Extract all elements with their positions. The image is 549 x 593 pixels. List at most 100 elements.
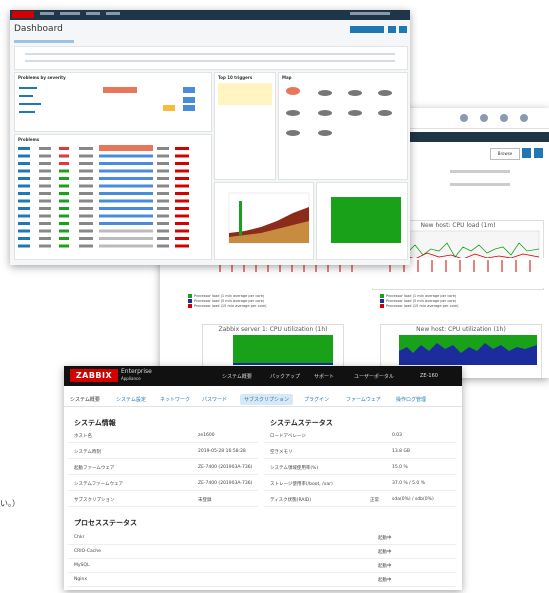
system-info-label: ホスト名 [74, 434, 92, 439]
system-info-label: 起動ファームウェア [74, 466, 115, 471]
process-value: 起動中 [378, 536, 392, 541]
system-status-row: 空きメモリ 13.8 GB [264, 444, 456, 459]
legend-left: Processor load (1 min average per core) … [188, 294, 267, 309]
system-info-row: システム時刻 2019-05-28 16:58:28 [68, 444, 258, 459]
system-info-label: サブスクリプション [74, 498, 115, 503]
map-widget: Map [278, 72, 408, 180]
process-row: MySQL 起動中 [68, 558, 456, 573]
system-status-label: 空きメモリ [270, 450, 293, 455]
nav-system-overview[interactable]: システム概要 [222, 373, 252, 380]
cut-off-text: い。） [0, 499, 20, 508]
nav-item[interactable] [106, 12, 120, 15]
kiosk-button[interactable] [399, 26, 407, 33]
top-triggers-widget: Top 10 triggers [214, 72, 276, 180]
legend-item: Processor load (1 min average per core) [194, 294, 265, 298]
settings-tabs: システム概要 システム設定 ネットワーク パスワード サブスクリプション プラグ… [64, 392, 462, 407]
system-info-label: システムファームウェア [74, 482, 123, 487]
legend-right: Processor load (1 min average per core) … [380, 294, 459, 309]
server-performance-plot [228, 192, 310, 244]
date-range-bar-2[interactable] [450, 183, 510, 186]
nav-backup[interactable]: パックアップ [270, 373, 300, 380]
help-icon[interactable] [480, 114, 488, 122]
logout-icon[interactable] [520, 114, 528, 122]
process-value: 起動中 [378, 564, 392, 569]
system-info-value: ZE-7400 (201903A-736) [198, 465, 253, 470]
problems-widget: Problems [14, 134, 212, 260]
process-label: MySQL [74, 563, 90, 568]
tab-network[interactable]: ネットワーク [160, 396, 190, 403]
system-status-ok-badge: 正常 [370, 498, 379, 503]
system-status-value: 37.0 % / 5.0 % [392, 481, 425, 486]
widget-title: Map [282, 75, 292, 80]
system-status-label: ストレージ使用率(/boot, /var) [270, 482, 333, 487]
widget-title: Top 10 triggers [218, 75, 253, 80]
edition-label: Enterprise Appliance [121, 368, 152, 382]
filter-button[interactable] [522, 148, 531, 158]
system-status-value: 0.03 [392, 433, 403, 438]
legend-item: Processor load (15 min average per core) [386, 304, 459, 308]
widget-title: Problems [18, 137, 40, 142]
legend-item: Processor load (5 min average per core) [194, 299, 265, 303]
fullscreen-button[interactable] [534, 148, 543, 158]
system-status-value: 15.0 % [392, 465, 408, 470]
nav-item[interactable] [86, 12, 100, 15]
tab-password[interactable]: パスワード [202, 396, 227, 403]
filter-panel [14, 46, 408, 70]
tab-firmware[interactable]: ファームウェア [346, 396, 381, 403]
menu-button[interactable] [388, 26, 396, 33]
tab-system-settings[interactable]: システム設定 [116, 396, 146, 403]
system-status-label: ディスク状態(RAID) [270, 498, 312, 503]
process-row: CRIO-Cache 起動中 [68, 544, 456, 559]
date-range-bar[interactable] [450, 170, 510, 173]
page-title: Dashboard [14, 24, 63, 34]
system-info-row: ホスト名 ze1600 [68, 428, 258, 443]
process-label: Nginx [74, 577, 87, 582]
cpu-util-widget [316, 182, 408, 260]
dashboard-window: Dashboard Problems by severity Top 10 tr… [10, 10, 410, 265]
system-info-value: 未登録 [198, 498, 212, 503]
zabbix-logo [12, 11, 34, 18]
system-info-row: サブスクリプション 未登録 [68, 492, 258, 507]
system-info-value: ze1600 [198, 433, 215, 438]
dashboard-header [10, 10, 410, 20]
tab-system-overview[interactable]: システム概要 [70, 396, 100, 403]
nav-user-portal[interactable]: ユーザーポータル [354, 373, 394, 380]
tab-plugins[interactable]: プラグイン [304, 396, 329, 403]
system-status-window: ZABBIX Enterprise Appliance システム概要 パックアッ… [64, 366, 462, 590]
system-status-row: ディスク状態(RAID) sda(0%) / sdb(0%) 正常 [264, 492, 456, 507]
system-info-row: システムファームウェア ZE-7400 (201903A-736) [68, 476, 258, 491]
system-status-row: ストレージ使用率(/boot, /var) 37.0 % / 5.0 % [264, 476, 456, 491]
breadcrumb[interactable] [14, 40, 74, 43]
nav-item[interactable] [60, 12, 80, 15]
map-canvas [286, 87, 392, 136]
system-info-label: システム時刻 [74, 450, 101, 455]
system-status-row: ロードアベレージ 0.03 [264, 428, 456, 443]
system-info-value: ZE-7400 (201903A-736) [198, 481, 253, 486]
edition-line: Appliance [121, 376, 141, 381]
system-status-label: ロードアベレージ [270, 434, 306, 439]
system-info-row: 起動ファームウェア ZE-7400 (201903A-736) [68, 460, 258, 475]
system-status-heading: システムステータス [270, 419, 333, 427]
nav-support[interactable]: サポート [314, 373, 334, 380]
process-label: CRIO-Cache [74, 549, 101, 554]
system-info-heading: システム情報 [74, 419, 116, 427]
tab-subscription[interactable]: サブスクリプション [240, 394, 294, 405]
problems-by-severity-widget: Problems by severity [14, 72, 212, 132]
browse-select[interactable]: Browse [490, 148, 520, 160]
system-status-value: 13.8 GB [392, 449, 411, 454]
tab-operation-log[interactable]: 操作ログ管理 [396, 396, 426, 403]
legend-item: Processor load (5 min average per core) [386, 299, 457, 303]
system-info-value: 2019-05-28 16:58:28 [198, 449, 246, 454]
legend-item: Processor load (1 min average per core) [386, 294, 457, 298]
share-icon[interactable] [460, 114, 468, 122]
edit-dashboard-button[interactable] [350, 26, 384, 33]
widget-title: Problems by severity [18, 75, 66, 80]
user-icon[interactable] [500, 114, 508, 122]
process-status-heading: プロセスステータス [74, 519, 137, 527]
server-performance-widget [214, 182, 314, 260]
process-row: Chkr 起動中 [68, 530, 456, 545]
nav-model[interactable]: ZE-160 [420, 373, 438, 379]
user-menu[interactable] [350, 12, 390, 15]
process-value: 起動中 [378, 578, 392, 583]
nav-item[interactable] [40, 12, 54, 15]
